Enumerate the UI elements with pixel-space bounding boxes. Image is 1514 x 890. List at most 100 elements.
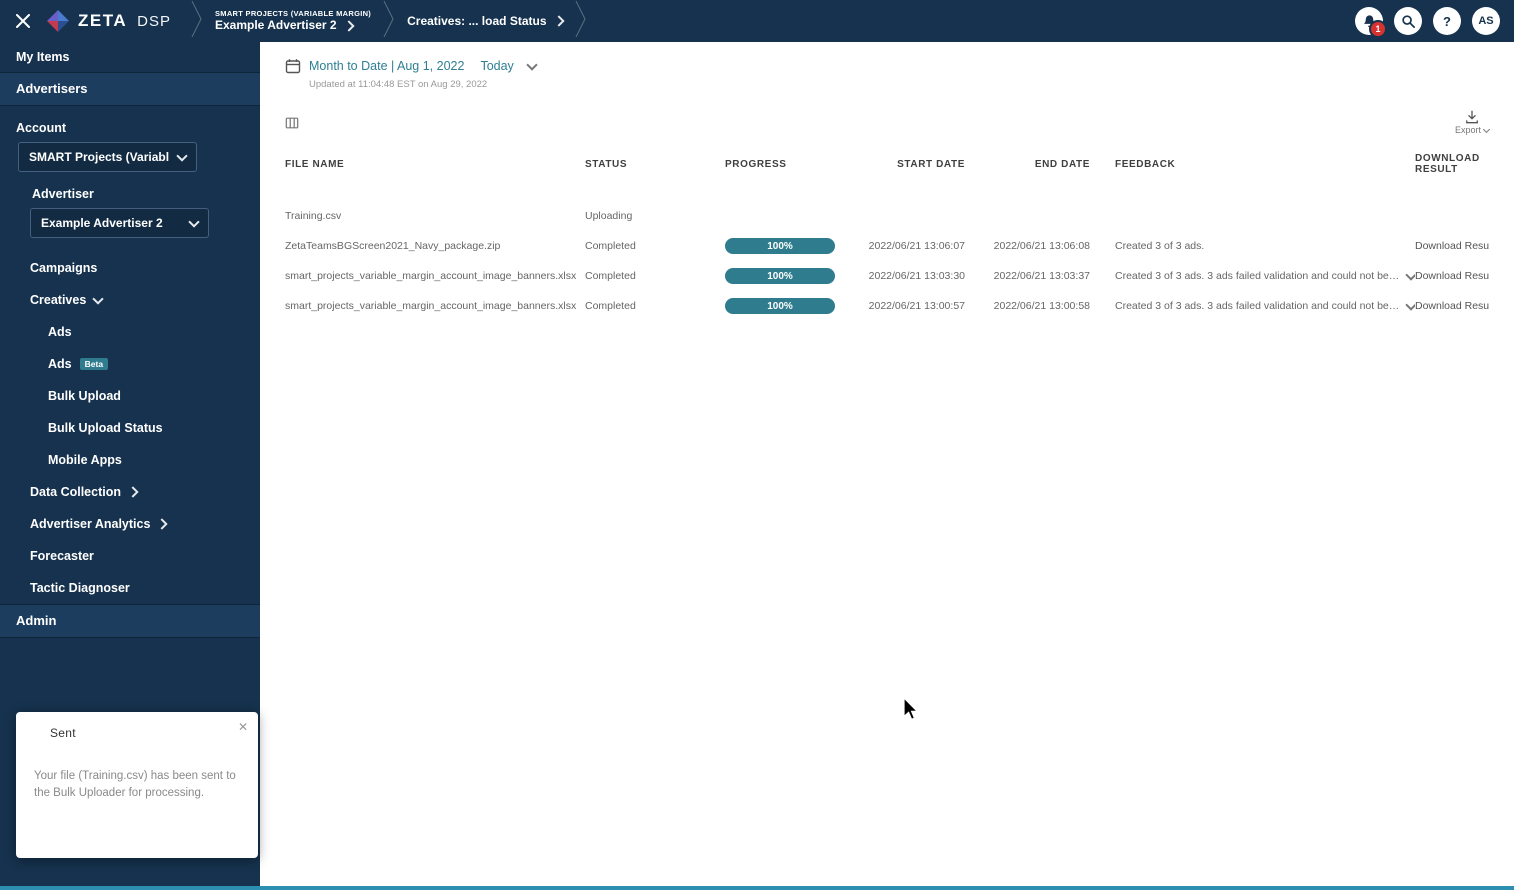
column-header-progress: PROGRESS — [725, 159, 850, 170]
export-label: Export — [1455, 125, 1481, 135]
progress-bar: 100% — [725, 238, 835, 254]
account-dropdown[interactable]: SMART Projects (Variable M... — [18, 142, 197, 172]
help-button[interactable]: ? — [1433, 7, 1461, 35]
cell-file-name: smart_projects_variable_margin_account_i… — [285, 270, 585, 282]
table-row: Training.csv Uploading — [285, 201, 1489, 231]
feedback-expand-icon[interactable] — [1405, 270, 1415, 280]
bottom-strip — [0, 886, 1514, 890]
sidebar-section-advertisers[interactable]: Advertisers — [0, 72, 260, 106]
progress-bar: 100% — [725, 268, 835, 284]
chevron-right-icon[interactable] — [343, 20, 354, 31]
search-button[interactable] — [1394, 7, 1422, 35]
toast-title: Sent — [16, 712, 258, 740]
sidebar-item-creatives-label: Creatives — [30, 284, 86, 316]
date-range-selector[interactable]: Month to Date | Aug 1, 2022 — [309, 59, 464, 73]
cell-progress: 100% — [725, 268, 850, 284]
close-icon[interactable] — [0, 0, 46, 42]
sidebar-item-forecaster[interactable]: Forecaster — [0, 540, 260, 572]
breadcrumb-account: SMART PROJECTS (VARIABLE MARGIN) — [215, 9, 371, 18]
cell-download-result: Download Result — [1415, 270, 1489, 282]
advertiser-dropdown[interactable]: Example Advertiser 2 — [30, 208, 209, 238]
avatar[interactable]: AS — [1472, 7, 1500, 35]
cell-download-result: Download Result — [1415, 300, 1489, 312]
toast-close-icon[interactable]: ✕ — [238, 720, 248, 734]
avatar-initials: AS — [1478, 15, 1493, 27]
breadcrumb[interactable]: SMART PROJECTS (VARIABLE MARGIN) Example… — [215, 9, 371, 33]
progress-bar: 100% — [725, 298, 835, 314]
notifications-button[interactable]: 1 — [1355, 7, 1383, 35]
columns-icon[interactable] — [285, 116, 299, 130]
advertiser-label: Advertiser — [0, 184, 260, 204]
cell-feedback: Created 3 of 3 ads. 3 ads failed validat… — [1090, 300, 1415, 312]
download-icon — [1465, 110, 1479, 124]
table-row: ZetaTeamsBGScreen2021_Navy_package.zip C… — [285, 231, 1489, 261]
cell-feedback: Created 3 of 3 ads. 3 ads failed validat… — [1090, 270, 1415, 282]
sidebar-item-ads-beta-label: Ads — [48, 348, 72, 380]
sidebar-item-advertiser-analytics-label: Advertiser Analytics — [30, 508, 150, 540]
sidebar-item-campaigns[interactable]: Campaigns — [0, 252, 260, 284]
cell-status: Completed — [585, 270, 725, 282]
feedback-expand-icon[interactable] — [1405, 300, 1415, 310]
search-icon — [1401, 14, 1416, 29]
cell-start-date: 2022/06/21 13:06:07 — [850, 240, 965, 252]
today-button[interactable]: Today — [480, 59, 513, 73]
sidebar-item-bulk-upload-status[interactable]: Bulk Upload Status — [0, 412, 260, 444]
sidebar-item-tactic-diagnoser[interactable]: Tactic Diagnoser — [0, 572, 260, 604]
feedback-text: Created 3 of 3 ads. 3 ads failed validat… — [1115, 300, 1402, 312]
account-label: Account — [0, 118, 260, 138]
notification-badge: 1 — [1369, 20, 1387, 38]
main-content: Month to Date | Aug 1, 2022 Today Update… — [260, 42, 1514, 886]
chevron-down-icon — [1483, 125, 1490, 132]
page-title-label: Creatives: ... load Status — [407, 14, 546, 28]
sidebar-item-ads-beta[interactable]: Ads Beta — [0, 348, 260, 380]
column-header-download-result: DOWNLOAD RESULT — [1415, 153, 1489, 175]
download-result-link[interactable]: Download Result — [1415, 270, 1489, 282]
sidebar-item-creatives[interactable]: Creatives — [0, 284, 260, 316]
upload-status-table: FILE NAME STATUS PROGRESS START DATE END… — [285, 153, 1489, 321]
cell-download-result: Download Result — [1415, 240, 1489, 252]
chevron-down-icon — [93, 293, 104, 304]
page-title[interactable]: Creatives: ... load Status — [407, 14, 562, 28]
cell-progress: 100% — [725, 238, 850, 254]
sidebar-item-data-collection[interactable]: Data Collection — [0, 476, 260, 508]
chevron-down-icon — [188, 216, 199, 227]
sidebar-item-advertiser-analytics[interactable]: Advertiser Analytics — [0, 508, 260, 540]
cell-feedback: Created 3 of 3 ads. — [1090, 240, 1415, 252]
beta-badge: Beta — [80, 358, 108, 371]
cell-end-date: 2022/06/21 13:06:08 — [965, 240, 1090, 252]
breadcrumb-separator-icon — [383, 0, 395, 43]
sidebar-section-admin[interactable]: Admin — [0, 604, 260, 638]
brand[interactable]: ZETA DSP — [46, 9, 171, 33]
cell-status: Completed — [585, 300, 725, 312]
calendar-icon — [285, 58, 301, 74]
topbar: ZETA DSP SMART PROJECTS (VARIABLE MARGIN… — [0, 0, 1514, 42]
breadcrumb-advertiser: Example Advertiser 2 — [215, 18, 337, 33]
export-button[interactable]: Export — [1455, 110, 1489, 135]
cell-status: Uploading — [585, 210, 725, 222]
chevron-down-icon[interactable] — [526, 59, 537, 70]
updated-timestamp: Updated at 11:04:48 EST on Aug 29, 2022 — [309, 79, 1489, 90]
chevron-down-icon — [176, 150, 187, 161]
brand-product: DSP — [137, 13, 171, 30]
cell-start-date: 2022/06/21 13:03:30 — [850, 270, 965, 282]
cell-start-date: 2022/06/21 13:00:57 — [850, 300, 965, 312]
download-result-link[interactable]: Download Result — [1415, 240, 1489, 252]
chevron-right-icon — [157, 518, 168, 529]
sent-toast: Sent ✕ Your file (Training.csv) has been… — [16, 712, 258, 858]
sidebar-item-my-items[interactable]: My Items — [0, 42, 260, 72]
table-header-row: FILE NAME STATUS PROGRESS START DATE END… — [285, 153, 1489, 175]
account-dropdown-value: SMART Projects (Variable M... — [29, 150, 169, 164]
column-header-status: STATUS — [585, 159, 725, 170]
cell-end-date: 2022/06/21 13:00:58 — [965, 300, 1090, 312]
download-result-link[interactable]: Download Result — [1415, 300, 1489, 312]
sidebar-item-bulk-upload[interactable]: Bulk Upload — [0, 380, 260, 412]
help-icon: ? — [1443, 14, 1451, 29]
zeta-logo-icon — [46, 9, 70, 33]
sidebar-item-ads[interactable]: Ads — [0, 316, 260, 348]
chevron-right-icon[interactable] — [553, 15, 564, 26]
breadcrumb-separator-icon — [575, 0, 587, 43]
cell-progress: 100% — [725, 298, 850, 314]
feedback-text: Created 3 of 3 ads. — [1115, 240, 1415, 252]
sidebar-item-mobile-apps[interactable]: Mobile Apps — [0, 444, 260, 476]
cell-file-name: Training.csv — [285, 210, 585, 222]
